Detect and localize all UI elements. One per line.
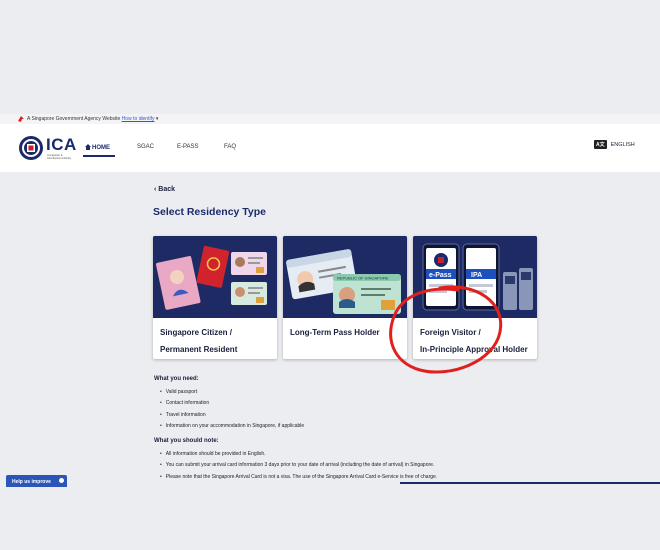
language-icon: A文 bbox=[594, 140, 607, 149]
gov-banner-text: A Singapore Government Agency Website bbox=[27, 116, 121, 122]
card-label-citizen: Singapore Citizen / Permanent Resident bbox=[160, 324, 276, 358]
nav-epass[interactable]: E-PASS bbox=[177, 144, 199, 150]
ica-logo-subtitle: Immigration & Checkpoints Authority bbox=[47, 154, 72, 160]
gov-banner-text-wrap: A Singapore Government Agency Website Ho… bbox=[27, 116, 158, 122]
language-label: ENGLISH bbox=[610, 142, 635, 148]
chevron-down-icon: ▾ bbox=[155, 116, 159, 122]
gov-banner: A Singapore Government Agency Website Ho… bbox=[0, 114, 660, 124]
nav-home-underline bbox=[83, 155, 115, 157]
need-item: Travel information bbox=[160, 412, 206, 418]
card-label-line1: Foreign Visitor / bbox=[420, 328, 481, 337]
note-item: All information should be provided in En… bbox=[160, 451, 266, 457]
card-label-line2: In-Principle Approval Holder bbox=[420, 345, 528, 354]
help-us-improve-button[interactable]: Help us improve bbox=[6, 475, 67, 487]
nav-sgac[interactable]: SGAC bbox=[137, 144, 154, 150]
chat-icon bbox=[59, 478, 64, 483]
note-heading: What you should note: bbox=[154, 438, 219, 444]
help-label: Help us improve bbox=[12, 479, 51, 485]
long-term-pass-illustration: REPUBLIC OF SINGAPORE bbox=[283, 236, 407, 318]
need-item: Information on your accommodation in Sin… bbox=[160, 423, 304, 429]
need-item: Contact information bbox=[160, 400, 209, 406]
card-label-foreign-visitor: Foreign Visitor / In-Principle Approval … bbox=[420, 324, 536, 358]
back-label: Back bbox=[158, 186, 176, 193]
card-label-long-term-pass: Long-Term Pass Holder bbox=[290, 324, 406, 341]
page-title: Select Residency Type bbox=[153, 206, 267, 218]
site-header: ICA Immigration & Checkpoints Authority … bbox=[0, 124, 660, 172]
card-label-line1: Singapore Citizen / bbox=[160, 328, 233, 337]
how-to-identify-link[interactable]: How to identify bbox=[122, 116, 155, 122]
epass-label: e-Pass bbox=[429, 272, 452, 279]
card-label-line2: Permanent Resident bbox=[160, 345, 238, 354]
need-heading: What you need: bbox=[154, 376, 199, 382]
note-item: Please note that the Singapore Arrival C… bbox=[160, 474, 437, 480]
ica-crest-icon[interactable] bbox=[18, 135, 44, 161]
card-label-line1: Long-Term Pass Holder bbox=[290, 328, 380, 337]
card-foreign-visitor[interactable]: e-Pass IPA Foreign Visitor / In-Principl… bbox=[413, 236, 537, 359]
lion-head-icon bbox=[18, 116, 24, 122]
foreign-visitor-illustration: e-Pass IPA bbox=[413, 236, 537, 318]
note-item: You can submit your arrival card informa… bbox=[160, 462, 435, 468]
card-long-term-pass[interactable]: REPUBLIC OF SINGAPORE Long-Term Pass Hol… bbox=[283, 236, 407, 359]
need-item: Valid passport bbox=[160, 389, 197, 395]
citizen-documents-illustration bbox=[153, 236, 277, 318]
ipa-label: IPA bbox=[471, 272, 482, 279]
nav-home-label: HOME bbox=[92, 145, 110, 151]
language-selector[interactable]: A文 ENGLISH bbox=[594, 140, 635, 149]
nav-faq[interactable]: FAQ bbox=[224, 144, 236, 150]
nav-home[interactable]: HOME bbox=[83, 144, 115, 157]
card-singapore-citizen[interactable]: Singapore Citizen / Permanent Resident bbox=[153, 236, 277, 359]
chevron-left-icon: ‹ bbox=[154, 186, 157, 193]
back-link[interactable]: ‹ Back bbox=[154, 186, 175, 193]
ica-logo-text[interactable]: ICA bbox=[46, 135, 77, 155]
footer-divider bbox=[400, 482, 660, 484]
card2-header-text: REPUBLIC OF SINGAPORE bbox=[337, 276, 389, 281]
home-icon bbox=[85, 144, 91, 150]
